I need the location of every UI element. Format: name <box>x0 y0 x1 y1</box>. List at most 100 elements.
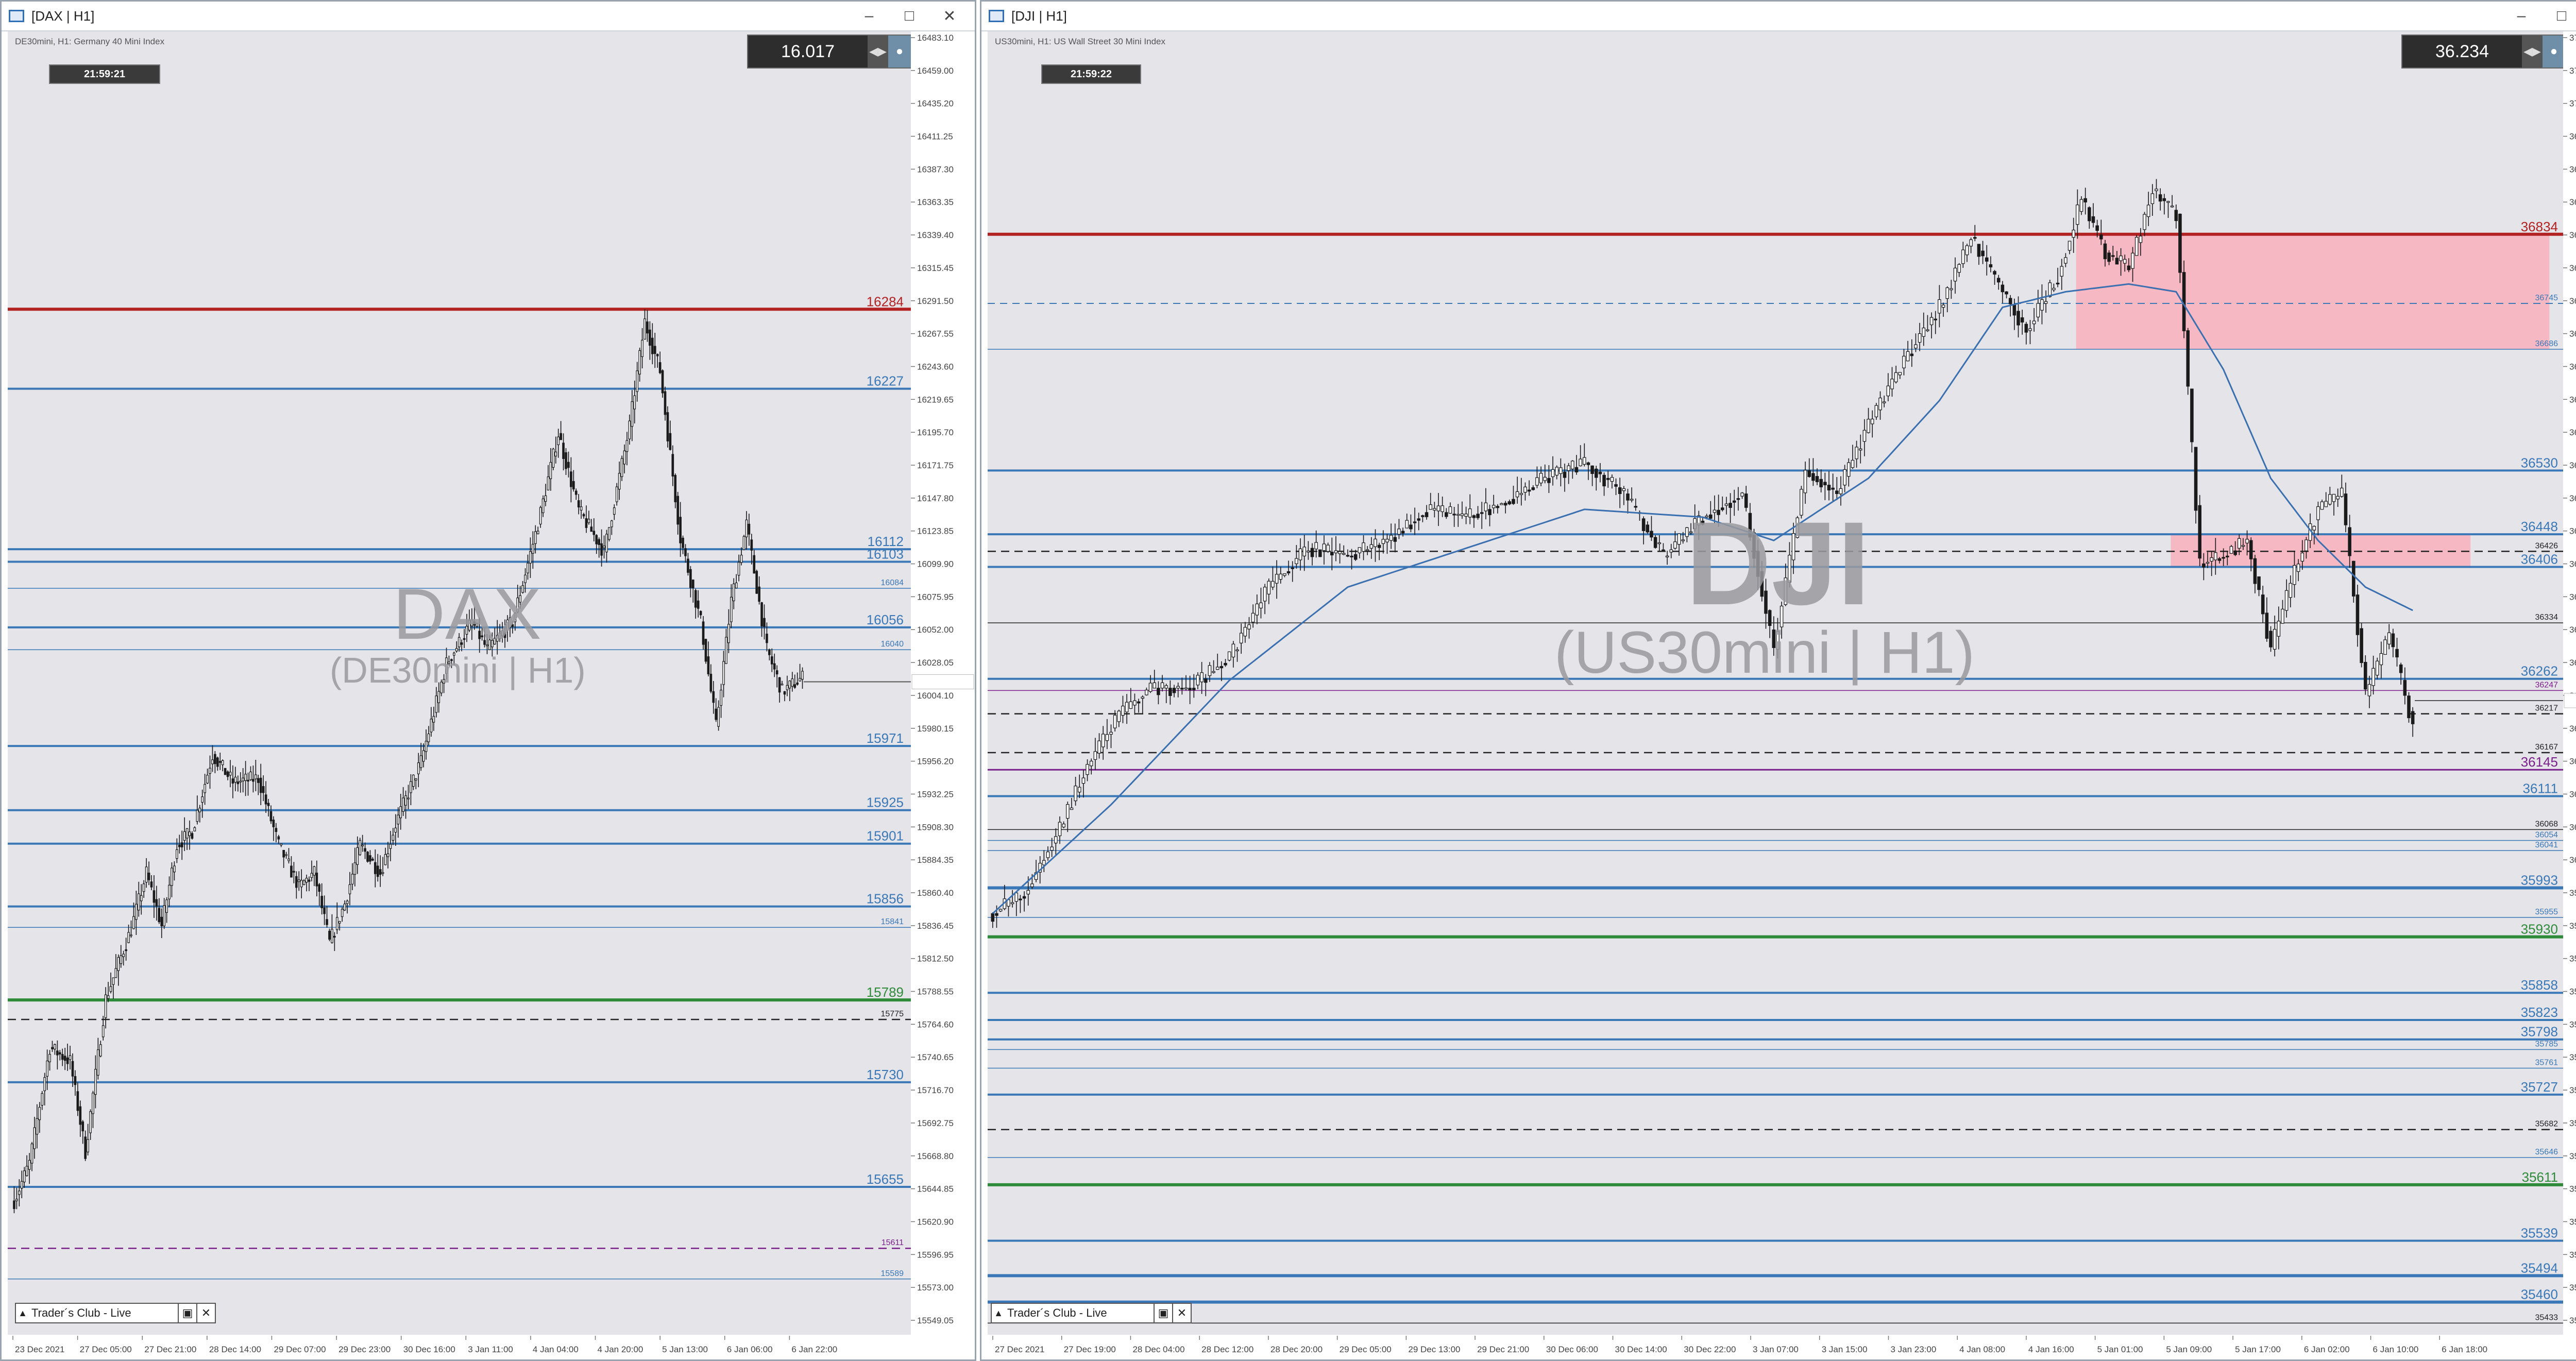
axis-tick-label: 35418.00 <box>2569 1316 2576 1325</box>
price-box[interactable]: 16.017 ◀▶ ● <box>747 35 912 69</box>
chart-window-dji[interactable]: [DJI | H1] – □ ✕ 36834 36745 36686 36530 364… <box>980 0 2576 1361</box>
candle-body <box>2123 259 2127 264</box>
candle-body <box>529 551 532 564</box>
level-label: 36145 <box>2521 754 2558 770</box>
candle-body <box>2233 550 2237 555</box>
panel-close-button[interactable]: ✕ <box>1172 1304 1191 1322</box>
candle-body <box>58 1052 61 1054</box>
candle-body <box>1440 505 1444 512</box>
candle-body <box>549 462 552 479</box>
candle-body <box>2060 266 2064 277</box>
minimize-button[interactable]: – <box>2501 5 2541 27</box>
axis-tick-label: 36020.00 <box>2569 855 2576 865</box>
price-box[interactable]: 36.234 ◀▶ ● <box>2401 35 2566 69</box>
candle-body <box>562 443 565 459</box>
axis-tick-label: 15549.05 <box>917 1316 954 1325</box>
candle-body <box>2289 583 2293 598</box>
chart-window-dax[interactable]: [DAX | H1] – □ ✕ 16284 16227 16112 16103 160… <box>0 0 976 1361</box>
candle-body <box>2032 320 2036 325</box>
candle-body <box>2044 301 2048 304</box>
price-axis[interactable]: 16483.10 16459.00 16435.20 16411.25 16387.30… <box>911 31 975 1335</box>
candle-body <box>359 840 362 855</box>
chart-plot-area[interactable]: 36834 36745 36686 36530 36448 36426 36406 36334… <box>988 31 2566 1335</box>
candle-body <box>374 862 377 874</box>
candle-body <box>1985 257 1989 262</box>
candle-body <box>1283 573 1286 576</box>
level-label: 15971 <box>867 730 904 746</box>
level-label: 36262 <box>2521 664 2558 679</box>
candle-body <box>216 757 219 767</box>
candle-body <box>1314 542 1318 550</box>
level-label: 35460 <box>2521 1287 2558 1302</box>
panel-restore-button[interactable]: ▣ <box>1154 1304 1172 1322</box>
axis-tick-label: 16171.75 <box>917 461 954 470</box>
panel-close-button[interactable]: ✕ <box>196 1304 215 1322</box>
maximize-button[interactable]: □ <box>889 5 929 27</box>
level-label: 35539 <box>2521 1225 2558 1240</box>
candle-body <box>2146 205 2150 217</box>
traders-club-panel[interactable]: ▲ Trader´s Club - Live ▣ ✕ <box>15 1303 216 1323</box>
candle-body <box>1480 512 1484 514</box>
candle-body <box>1484 502 1488 512</box>
candle-body <box>2020 317 2024 323</box>
time-tick-label: 30 Dec 16:00 <box>403 1345 455 1354</box>
candle-body <box>2131 252 2134 269</box>
candle-body <box>1030 883 1034 888</box>
candle-body <box>54 1044 56 1050</box>
candle-body <box>1271 581 1275 588</box>
candle-body <box>28 1160 31 1170</box>
candle-body <box>1918 333 1922 343</box>
candle-body <box>410 781 412 793</box>
time-tick-label: 3 Jan 07:00 <box>1753 1345 1799 1354</box>
window-titlebar[interactable]: [DJI | H1] – □ ✕ <box>981 2 2576 31</box>
candle-body <box>2403 680 2407 696</box>
chart-plot-area[interactable]: 16284 16227 16112 16103 16084 16056 16040 15971… <box>8 31 912 1335</box>
globe-icon[interactable]: ● <box>2543 36 2565 67</box>
minimize-button[interactable]: – <box>849 5 889 27</box>
candle-body <box>1365 549 1369 551</box>
candle-body <box>282 849 285 858</box>
candle-body <box>1117 710 1121 722</box>
candle-body <box>1867 419 1870 433</box>
candle-body <box>244 774 247 781</box>
candle-body <box>1650 531 1653 538</box>
candle-body <box>2229 546 2233 554</box>
axis-tick-label: 36536.00 <box>2569 461 2576 470</box>
window-titlebar[interactable]: [DAX | H1] – □ ✕ <box>2 2 975 31</box>
time-tick-label: 4 Jan 08:00 <box>1959 1345 2005 1354</box>
candle-body <box>185 828 189 839</box>
candle-body <box>2383 639 2387 655</box>
candle-body <box>2115 258 2119 265</box>
candle-body <box>142 883 145 892</box>
candle-body <box>264 794 267 805</box>
candle-body <box>1231 643 1235 658</box>
price-box-arrows-icon[interactable]: ◀▶ <box>2522 36 2543 67</box>
time-axis[interactable]: 23 Dec 2021 27 Dec 05:00 27 Dec 21:00 28 De… <box>8 1336 911 1359</box>
globe-icon[interactable]: ● <box>888 36 911 67</box>
axis-tick-label: 36579.00 <box>2569 428 2576 437</box>
candle-body <box>63 1056 66 1061</box>
candle-body <box>1870 418 1874 424</box>
panel-icon: ▲ <box>18 1307 27 1318</box>
price-axis[interactable]: 37095.00 37052.00 37009.00 36966.00 36923.00… <box>2563 31 2576 1335</box>
candle-body <box>2324 501 2328 507</box>
time-axis[interactable]: 27 Dec 2021 27 Dec 19:00 28 Dec 04:00 28 De… <box>988 1336 2565 1359</box>
candle-body <box>1050 846 1054 851</box>
axis-tick-label: 15788.55 <box>917 987 954 997</box>
candle-body <box>1239 633 1243 643</box>
candle-body <box>74 1076 77 1085</box>
candle-body <box>628 420 631 439</box>
candle-body <box>1512 499 1515 504</box>
panel-restore-button[interactable]: ▣ <box>178 1304 196 1322</box>
close-button[interactable]: ✕ <box>929 5 970 27</box>
candle-body <box>1563 471 1567 478</box>
maximize-button[interactable]: □ <box>2541 5 2576 27</box>
candle-body <box>25 1166 28 1176</box>
candle-body <box>1547 478 1551 483</box>
price-box-arrows-icon[interactable]: ◀▶ <box>868 36 888 67</box>
candle-body <box>1910 353 1914 356</box>
candle-body <box>712 691 715 703</box>
traders-club-panel[interactable]: ▲ Trader´s Club - Live ▣ ✕ <box>991 1303 1192 1323</box>
candle-body <box>656 354 659 356</box>
level-label: 35993 <box>2521 873 2558 888</box>
